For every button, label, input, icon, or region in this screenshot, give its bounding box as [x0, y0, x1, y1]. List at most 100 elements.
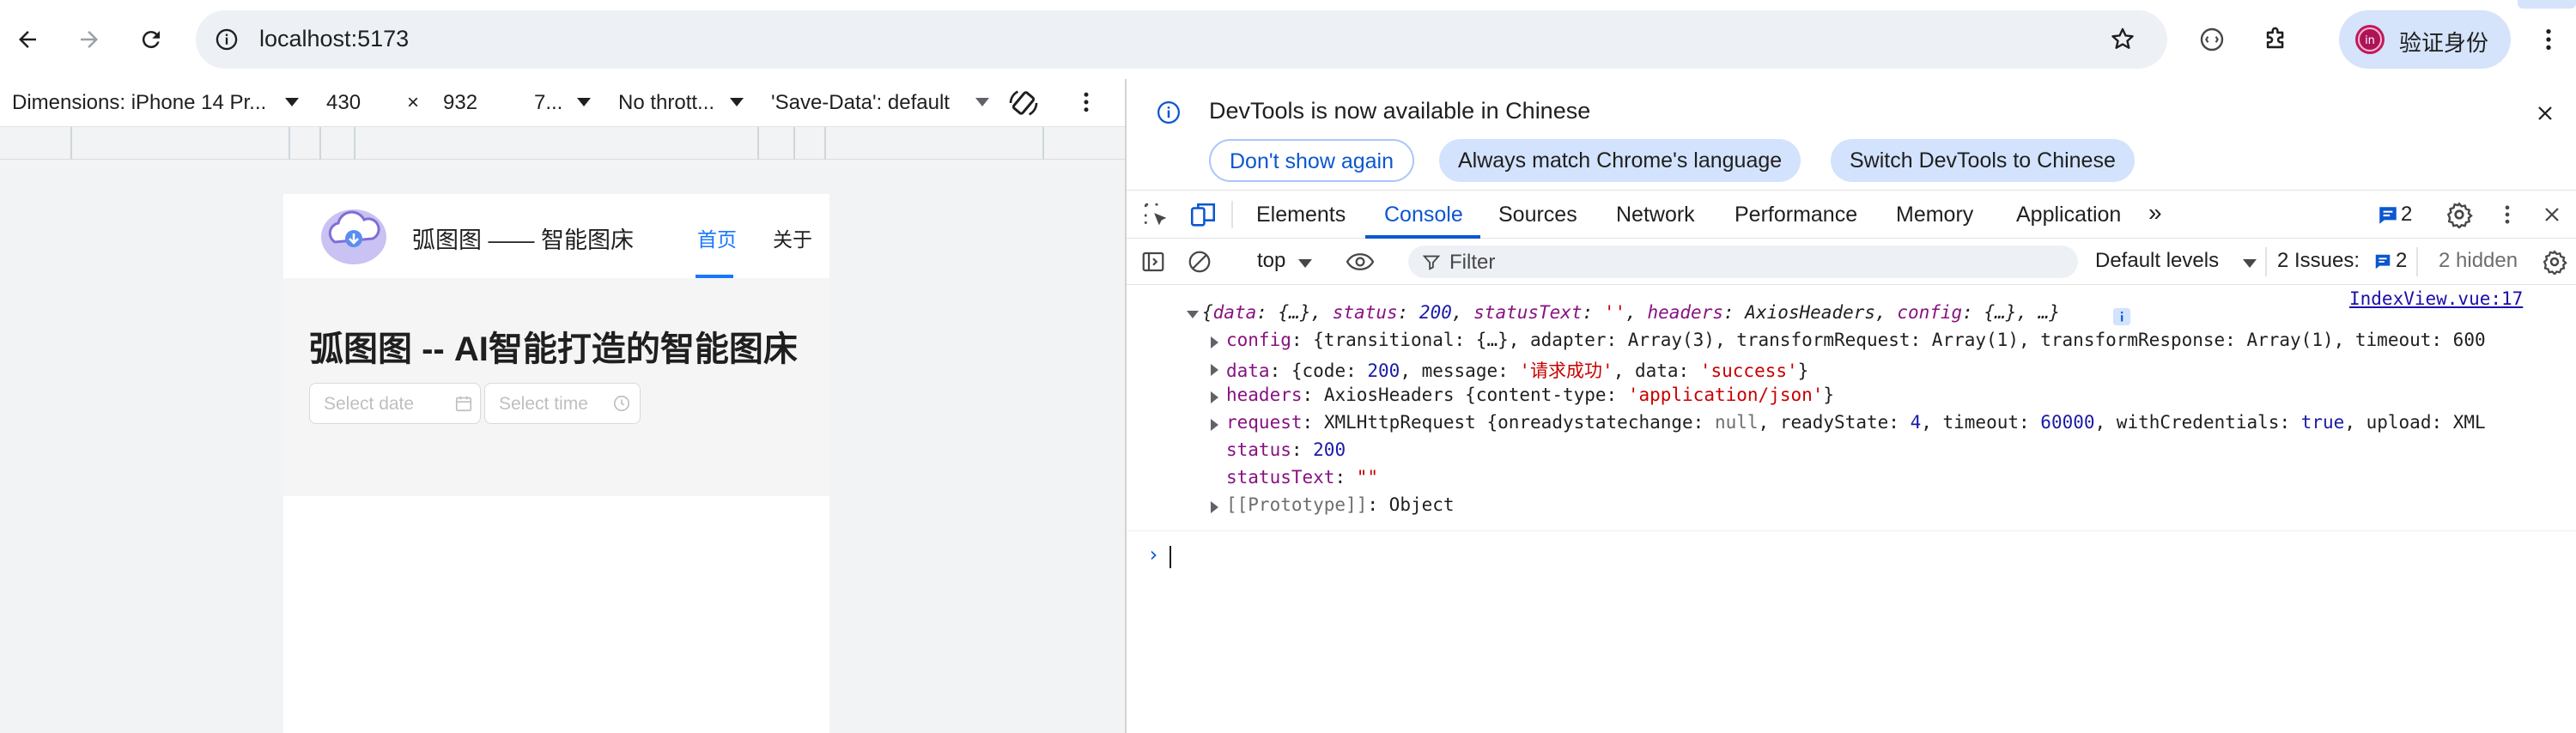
calendar-icon [455, 396, 472, 412]
expand-triangle-icon[interactable] [1211, 364, 1218, 376]
match-language-button[interactable]: Always match Chrome's language [1439, 139, 1801, 182]
console-input[interactable] [1170, 546, 1171, 568]
issues-icon[interactable] [2373, 252, 2392, 271]
time-picker[interactable]: Select time [484, 383, 641, 424]
chevron-down-icon [577, 98, 591, 106]
issues-count[interactable]: 2 [2396, 249, 2407, 273]
eye-icon[interactable] [1345, 249, 1376, 275]
tab-elements[interactable]: Elements [1256, 203, 1346, 227]
sidebar-toggle-icon[interactable] [1140, 249, 1166, 275]
source-link[interactable]: IndexView.vue:17 [2349, 288, 2523, 309]
extension-puzzle-icon-1[interactable] [2198, 26, 2226, 53]
console-filter-input[interactable]: Filter [1408, 245, 2078, 278]
chevron-down-icon [2243, 259, 2257, 268]
chevron-down-icon [730, 98, 744, 106]
language-infobar: DevTools is now available in Chinese Don… [1127, 79, 2576, 191]
inspect-element-icon[interactable] [1142, 201, 1171, 230]
infobar-message: DevTools is now available in Chinese [1209, 98, 1591, 124]
browser-menu-icon[interactable] [2535, 26, 2562, 53]
address-bar[interactable]: localhost:5173 [196, 10, 2167, 69]
bookmark-star-icon[interactable] [2109, 26, 2136, 53]
console-row-request[interactable]: request: XMLHttpRequest {onreadystatecha… [1226, 412, 2486, 433]
avatar: in [2355, 25, 2385, 54]
tab-memory[interactable]: Memory [1896, 203, 1973, 227]
nav-about[interactable]: 关于 [773, 223, 812, 252]
browser-toolbar: localhost:5173 in 验证身份 [0, 0, 2576, 79]
console-row-prototype[interactable]: [[Prototype]]: Object [1226, 494, 1455, 515]
close-devtools-icon[interactable] [2542, 204, 2562, 225]
devtools-menu-icon[interactable] [2495, 203, 2519, 227]
console-row-status: status: 200 [1226, 439, 1346, 460]
times-sign: × [407, 91, 420, 114]
console-row-headers[interactable]: headers: AxiosHeaders {content-type: 'ap… [1226, 385, 1834, 405]
tab-performance[interactable]: Performance [1735, 203, 1857, 227]
console-row-statustext: statusText: "" [1226, 467, 1379, 488]
nav-home[interactable]: 首页 [697, 223, 737, 252]
more-tabs-icon[interactable]: » [2148, 199, 2162, 227]
console-output: IndexView.vue:17 {data: {…}, status: 200… [1127, 285, 2576, 733]
expand-triangle-icon[interactable] [1211, 419, 1218, 431]
profile-button[interactable]: in 验证身份 [2339, 10, 2511, 69]
chevron-down-icon [285, 98, 299, 106]
window-edge [2518, 0, 2576, 9]
context-select[interactable]: top [1257, 249, 1285, 273]
zoom-select[interactable]: 7... [534, 91, 562, 115]
throttle-select[interactable]: No thrott... [618, 91, 714, 115]
tab-console[interactable]: Console [1384, 203, 1463, 227]
device-toolbar: Dimensions: iPhone 14 Pr... 430 × 932 7.… [0, 79, 1125, 127]
page-heading: 弧图图 -- AI智能打造的智能图床 [309, 330, 798, 368]
console-settings-icon[interactable] [2542, 249, 2567, 275]
switch-language-button[interactable]: Switch DevTools to Chinese [1831, 139, 2135, 182]
device-more-icon[interactable] [1073, 89, 1099, 115]
tab-application[interactable]: Application [2016, 203, 2121, 227]
dont-show-again-button[interactable]: Don't show again [1209, 139, 1415, 182]
collapse-triangle-icon[interactable] [1187, 311, 1199, 318]
console-prompt-icon: › [1147, 542, 1160, 566]
issues-badge-count[interactable]: 2 [2401, 203, 2412, 227]
issues-label[interactable]: 2 Issues: [2277, 249, 2360, 273]
close-icon[interactable] [2535, 103, 2555, 124]
date-picker[interactable]: Select date [309, 383, 481, 424]
expand-triangle-icon[interactable] [1211, 336, 1218, 348]
clear-console-icon[interactable] [1187, 249, 1212, 275]
time-picker-placeholder: Select time [499, 394, 588, 414]
filter-placeholder: Filter [1449, 251, 1496, 274]
media-query-ruler[interactable] [0, 127, 1125, 160]
console-row-config[interactable]: config: {transitional: {…}, adapter: Arr… [1226, 330, 2486, 350]
issues-icon[interactable] [2377, 204, 2399, 227]
device-height-input[interactable]: 932 [443, 91, 477, 115]
info-icon[interactable] [215, 27, 239, 51]
devtools-panel: DevTools is now available in Chinese Don… [1125, 79, 2576, 733]
reload-button[interactable] [131, 19, 172, 60]
expand-triangle-icon[interactable] [1211, 391, 1218, 403]
site-logo[interactable] [318, 203, 390, 268]
date-picker-placeholder: Select date [324, 394, 415, 414]
device-dimensions-select[interactable]: Dimensions: iPhone 14 Pr... [12, 91, 266, 115]
settings-gear-icon[interactable] [2445, 201, 2473, 228]
forward-button[interactable] [69, 19, 110, 60]
back-button[interactable] [7, 19, 48, 60]
chevron-down-icon [975, 98, 989, 106]
clock-icon [613, 395, 630, 412]
tab-sources[interactable]: Sources [1498, 203, 1577, 227]
arrow-left-icon [19, 31, 36, 48]
reload-icon [142, 31, 160, 49]
site-content: 弧图图 -- AI智能打造的智能图床 Select date Select ti… [283, 278, 829, 496]
rotate-icon[interactable] [1006, 86, 1041, 120]
save-data-select[interactable]: 'Save-Data': default [771, 91, 950, 115]
url-text[interactable]: localhost:5173 [259, 26, 409, 52]
expand-triangle-icon[interactable] [1211, 501, 1218, 513]
console-row-data[interactable]: data: {code: 200, message: '请求成功', data:… [1226, 357, 1808, 383]
extensions-icon[interactable] [2262, 24, 2291, 53]
svg-text:in: in [2365, 34, 2375, 47]
device-width-input[interactable]: 430 [326, 91, 361, 115]
profile-label: 验证身份 [2399, 30, 2489, 56]
console-object-summary[interactable]: {data: {…}, status: 200, statusText: '',… [1202, 302, 2060, 323]
console-toolbar: top Filter Default levels 2 Issues: 2 2 … [1127, 239, 2576, 285]
tab-network[interactable]: Network [1616, 203, 1695, 227]
devtools-tabbar: Elements Console Sources Network Perform… [1127, 191, 2576, 239]
info-badge-icon[interactable] [2112, 307, 2131, 326]
device-toggle-icon[interactable] [1188, 201, 1218, 230]
log-levels-select[interactable]: Default levels [2095, 249, 2219, 273]
chevron-down-icon [1298, 259, 1312, 268]
